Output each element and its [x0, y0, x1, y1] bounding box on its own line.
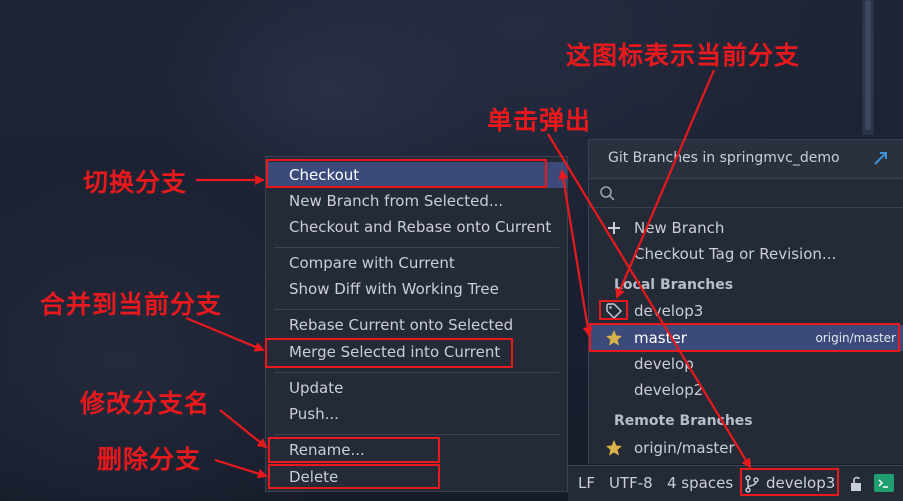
annotation-arrows [185, 69, 752, 479]
arrow-merge [185, 316, 265, 352]
arrow-click-popup [547, 133, 752, 469]
arrow-checkout-master [558, 169, 593, 337]
arrow-delete [214, 458, 268, 479]
arrow-current-branch-icon [615, 69, 716, 299]
arrow-rename [219, 409, 268, 449]
